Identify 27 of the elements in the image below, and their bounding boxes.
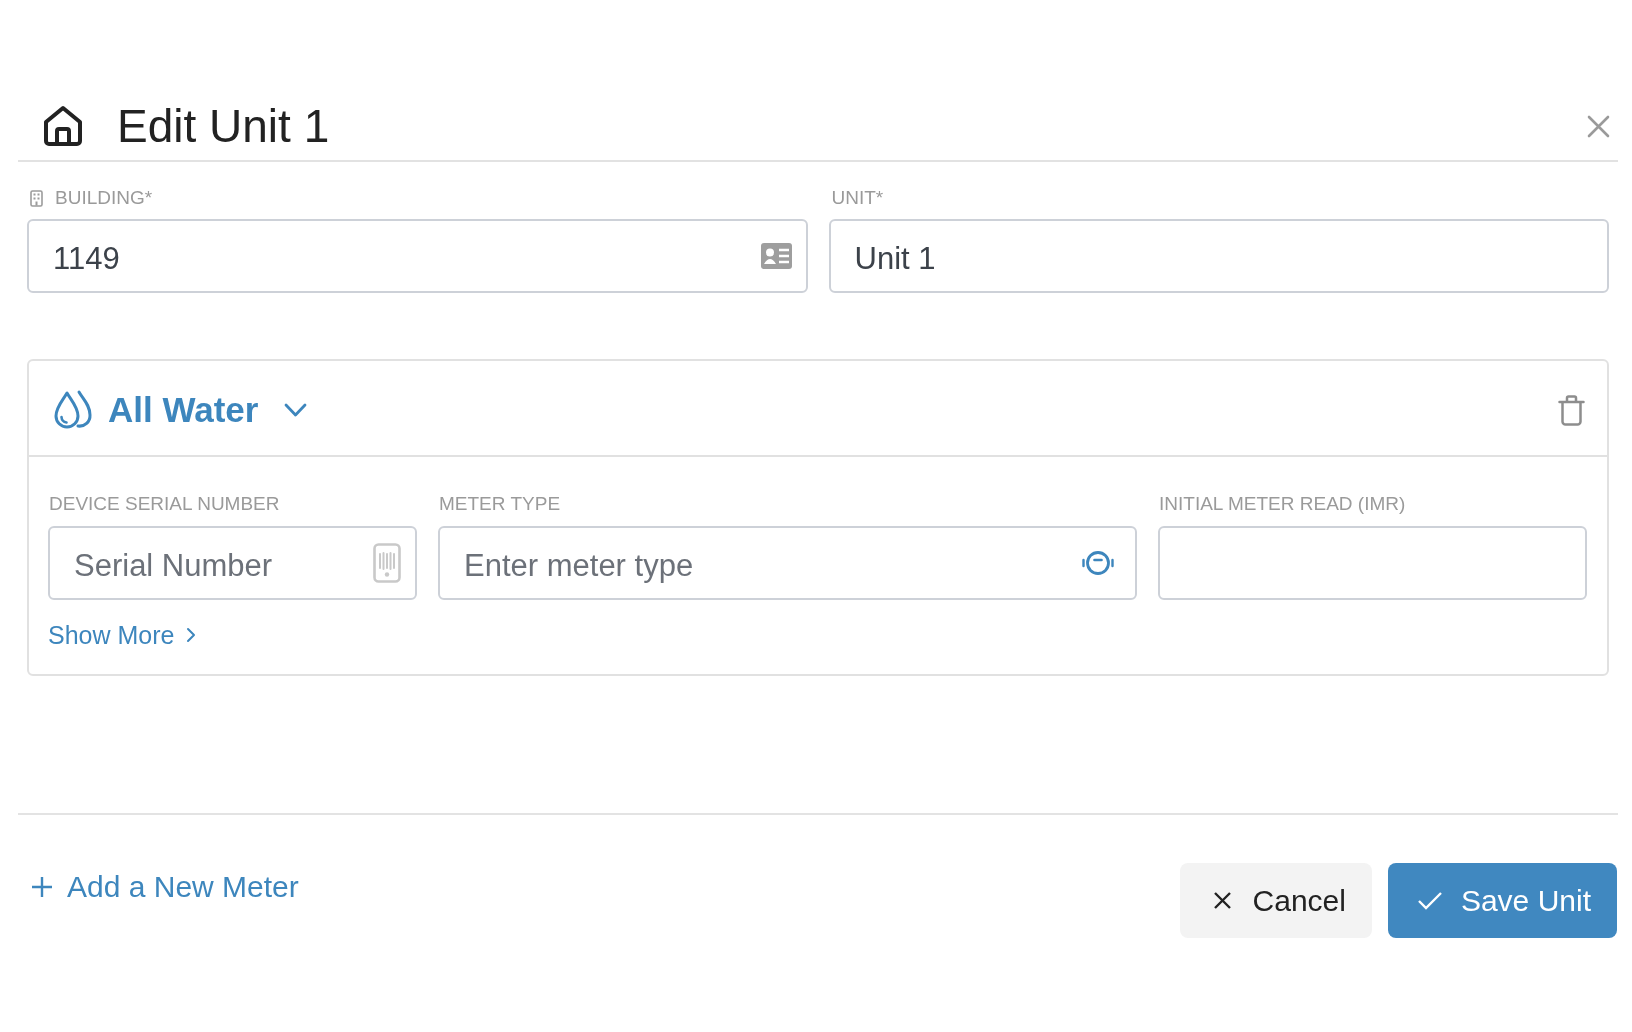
dialog-title: Edit Unit 1 bbox=[117, 99, 330, 154]
barcode-device-icon[interactable] bbox=[373, 543, 401, 583]
contact-card-icon[interactable] bbox=[760, 243, 792, 269]
trash-icon[interactable] bbox=[1558, 394, 1585, 426]
meter-type-input[interactable]: Enter meter type bbox=[438, 526, 1137, 600]
building-input[interactable]: 1149 bbox=[27, 219, 808, 293]
unit-input[interactable]: Unit 1 bbox=[828, 219, 1609, 293]
home-icon bbox=[42, 104, 84, 148]
cancel-button[interactable]: Cancel bbox=[1179, 863, 1372, 938]
field-label: METER TYPE bbox=[438, 492, 562, 516]
plus-icon bbox=[31, 876, 53, 898]
add-meter-button[interactable]: Add a New Meter bbox=[31, 869, 299, 905]
meter-read-input[interactable] bbox=[1158, 526, 1587, 600]
check-icon bbox=[1416, 891, 1443, 910]
chevron-right-icon bbox=[186, 627, 197, 643]
show-more-link[interactable]: Show More bbox=[48, 622, 197, 648]
serial-number-input[interactable]: Serial Number bbox=[48, 526, 417, 600]
field-label: BUILDING* bbox=[55, 186, 153, 210]
field-label: UNIT* bbox=[831, 186, 884, 210]
close-icon[interactable] bbox=[1587, 114, 1610, 138]
close-icon bbox=[1212, 891, 1232, 910]
save-button[interactable]: Save Unit bbox=[1387, 863, 1617, 938]
field-label: INITIAL METER READ (IMR) bbox=[1158, 492, 1407, 516]
field-label: DEVICE SERIAL NUMBER bbox=[48, 492, 281, 516]
chevron-down-icon bbox=[284, 401, 308, 419]
building-icon bbox=[30, 189, 43, 207]
utility-dropdown[interactable]: All Water bbox=[52, 388, 308, 432]
